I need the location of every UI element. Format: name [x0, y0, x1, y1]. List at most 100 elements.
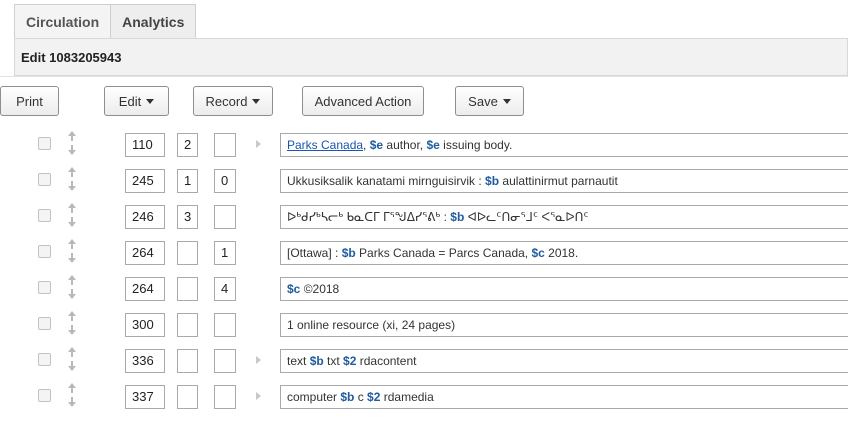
row-checkbox[interactable] — [38, 245, 51, 258]
row-checkbox[interactable] — [38, 317, 51, 330]
marc-field-row: 337 computer $b c $2 rdamedia — [0, 380, 848, 414]
expand-arrow-icon[interactable] — [256, 392, 261, 400]
indicator2-input[interactable] — [214, 349, 236, 373]
chevron-down-icon — [146, 98, 155, 104]
record-menu-button[interactable]: Record — [193, 86, 273, 116]
field-content-input[interactable]: text $b txt $2 rdacontent — [280, 349, 848, 373]
subfield-code: $e — [426, 138, 440, 152]
move-row-icon[interactable] — [66, 130, 78, 156]
tag-input[interactable]: 264 — [125, 277, 165, 301]
field-content-input[interactable]: ᐅᒃᑯᓯᒃᓴᓕᒃ ᑲᓇᑕᒥ ᒥᕐᖑᐃᓯᕐᕕᒃ : $b ᐊᐅᓚᑦᑎᓂᕐᒧᑦ ᐸᕐ… — [280, 205, 848, 229]
field-text: 2018. — [544, 246, 579, 260]
indicator1-input[interactable] — [177, 349, 198, 373]
advanced-label: Advanced Action — [314, 93, 412, 109]
indicator2-input[interactable] — [214, 205, 236, 229]
field-text: Parks Canada = Parcs Canada, — [355, 246, 532, 260]
move-row-icon[interactable] — [66, 238, 78, 264]
subfield-code: $2 — [367, 390, 381, 404]
subfield-code: $c — [531, 246, 545, 260]
tag-input[interactable]: 300 — [125, 313, 165, 337]
field-text: txt — [323, 354, 344, 368]
chevron-down-icon — [502, 98, 511, 104]
marc-field-row: 246 3 ᐅᒃᑯᓯᒃᓴᓕᒃ ᑲᓇᑕᒥ ᒥᕐᖑᐃᓯᕐᕕᒃ : $b ᐊᐅᓚᑦᑎᓂᕐᒧ… — [0, 200, 848, 234]
tag-input[interactable]: 336 — [125, 349, 165, 373]
field-text: issuing body. — [439, 138, 513, 152]
field-content-input[interactable]: [Ottawa] : $b Parks Canada = Parcs Canad… — [280, 241, 848, 265]
move-row-icon[interactable] — [66, 346, 78, 372]
subfield-code: $b — [309, 354, 324, 368]
row-checkbox[interactable] — [38, 389, 51, 402]
field-content-input[interactable]: computer $b c $2 rdamedia — [280, 385, 848, 409]
tab-bar: Circulation Analytics — [14, 4, 197, 38]
indicator2-input[interactable] — [214, 133, 236, 157]
row-checkbox[interactable] — [38, 173, 51, 186]
tag-input[interactable]: 264 — [125, 241, 165, 265]
field-text: c — [354, 390, 368, 404]
field-content-input[interactable]: Parks Canada, $e author, $e issuing body… — [280, 133, 848, 157]
edit-label: Edit — [118, 93, 142, 109]
tag-input[interactable]: 337 — [125, 385, 165, 409]
print-button[interactable]: Print — [0, 86, 59, 116]
field-text: ᐊᐅᓚᑦᑎᓂᕐᒧᑦ ᐸᕐᓇᐅᑎᑦ — [464, 210, 589, 224]
subfield-code: $e — [369, 138, 384, 152]
indicator2-input[interactable]: 4 — [214, 277, 236, 301]
tab-analytics[interactable]: Analytics — [111, 4, 197, 38]
indicator1-input[interactable] — [177, 241, 198, 265]
expand-arrow-icon[interactable] — [256, 140, 261, 148]
save-label: Save — [468, 93, 498, 109]
marc-field-row: 300 1 online resource (xi, 24 pages) — [0, 308, 848, 342]
subfield-code: $b — [485, 174, 500, 188]
move-row-icon[interactable] — [66, 310, 78, 336]
move-row-icon[interactable] — [66, 382, 78, 408]
indicator2-input[interactable] — [214, 385, 236, 409]
indicator2-input[interactable]: 0 — [214, 169, 236, 193]
tag-input[interactable]: 246 — [125, 205, 165, 229]
subfield-code: $b — [340, 390, 355, 404]
field-text: ©2018 — [300, 282, 340, 296]
field-content-input[interactable]: Ukkusiksalik kanatami mirnguisirvik : $b… — [280, 169, 848, 193]
indicator1-input[interactable] — [177, 313, 198, 337]
toolbar-divider — [0, 76, 848, 77]
indicator1-input[interactable]: 2 — [177, 133, 198, 157]
row-checkbox[interactable] — [38, 281, 51, 294]
row-checkbox[interactable] — [38, 353, 51, 366]
row-checkbox[interactable] — [38, 209, 51, 222]
print-label: Print — [16, 93, 43, 109]
marc-field-row: 336 text $b txt $2 rdacontent — [0, 344, 848, 378]
field-content-input[interactable]: $c ©2018 — [280, 277, 848, 301]
indicator1-input[interactable] — [177, 385, 198, 409]
field-text: Ukkusiksalik kanatami mirnguisirvik : — [287, 174, 486, 188]
indicator1-input[interactable]: 3 — [177, 205, 198, 229]
subfield-code: $b — [341, 246, 356, 260]
subfield-code: $2 — [343, 354, 357, 368]
indicator1-input[interactable]: 1 — [177, 169, 198, 193]
marc-field-row: 245 1 0 Ukkusiksalik kanatami mirnguisirvik… — [0, 164, 848, 198]
field-content-input[interactable]: 1 online resource (xi, 24 pages) — [280, 313, 848, 337]
field-text: text — [287, 354, 310, 368]
advanced-action-button[interactable]: Advanced Action — [302, 86, 424, 116]
authority-link[interactable]: Parks Canada — [287, 138, 363, 152]
field-text: , — [363, 138, 370, 152]
tag-input[interactable]: 245 — [125, 169, 165, 193]
save-menu-button[interactable]: Save — [455, 86, 524, 116]
indicator2-input[interactable]: 1 — [214, 241, 236, 265]
field-text: 1 online resource (xi, 24 pages) — [287, 318, 456, 332]
move-row-icon[interactable] — [66, 166, 78, 192]
chevron-down-icon — [252, 98, 261, 104]
move-row-icon[interactable] — [66, 202, 78, 228]
record-label: Record — [205, 93, 248, 109]
field-text: computer — [287, 390, 341, 404]
subfield-code: $b — [450, 210, 465, 224]
edit-menu-button[interactable]: Edit — [104, 86, 169, 116]
indicator1-input[interactable] — [177, 277, 198, 301]
field-text: ᐅᒃᑯᓯᒃᓴᓕᒃ ᑲᓇᑕᒥ ᒥᕐᖑᐃᓯᕐᕕᒃ : — [287, 210, 451, 224]
expand-arrow-icon[interactable] — [256, 356, 261, 364]
field-text: author, — [383, 138, 427, 152]
move-row-icon[interactable] — [66, 274, 78, 300]
tag-input[interactable]: 110 — [125, 133, 165, 157]
row-checkbox[interactable] — [38, 137, 51, 150]
tab-circulation[interactable]: Circulation — [14, 4, 112, 38]
subfield-code: $c — [287, 282, 301, 296]
indicator2-input[interactable] — [214, 313, 236, 337]
page-title: Edit 1083205943 — [21, 50, 122, 65]
